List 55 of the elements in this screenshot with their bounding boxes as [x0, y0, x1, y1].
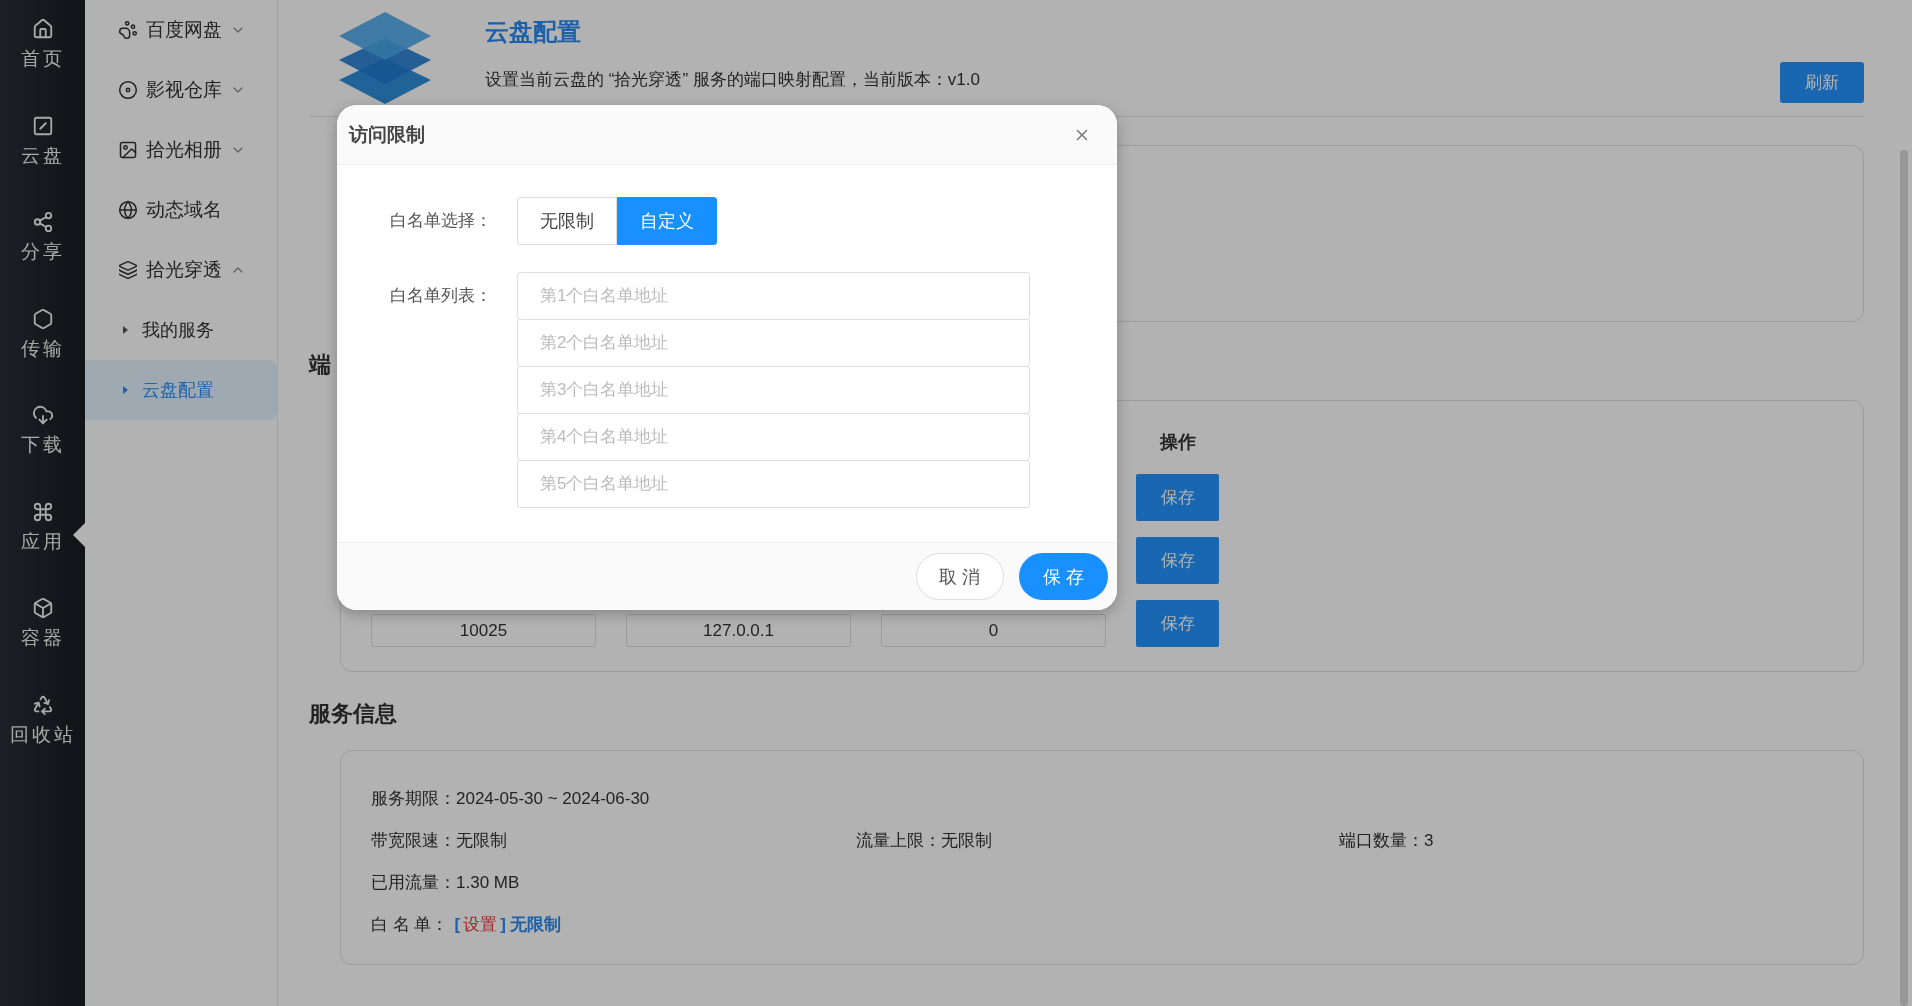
command-icon — [31, 500, 54, 523]
cloud-download-icon — [31, 404, 54, 426]
dialog-title: 访问限制 — [349, 122, 425, 147]
table-cell[interactable]: 0 — [881, 614, 1106, 647]
nav-item[interactable]: 云盘 — [0, 106, 85, 203]
info-text: 已用流量：1.30 MB — [371, 871, 521, 894]
section-heading: 服务信息 — [309, 700, 398, 728]
info-text: 带宽限速：无限制 — [371, 829, 508, 852]
info-text: 流量上限：无限制 — [856, 829, 993, 852]
field-label: 白名单选择： — [389, 210, 492, 232]
hexagon-icon — [31, 307, 54, 330]
page-description: 设置当前云盘的 “拾光穿透” 服务的端口映射配置，当前版本：v1.0 — [485, 68, 981, 91]
input-field[interactable]: 第5个白名单地址 — [517, 460, 1030, 508]
recycle-icon — [31, 693, 54, 716]
nav-item[interactable]: 分享 — [0, 203, 85, 300]
nav-item[interactable]: 容器 — [0, 589, 85, 686]
menu-item[interactable]: 拾光相册 — [85, 120, 277, 180]
nav-item[interactable]: 首页 — [0, 10, 85, 107]
share-icon — [31, 211, 54, 233]
field-label: 白名单列表： — [389, 285, 492, 307]
info-text: 端口数量：3 — [1339, 829, 1435, 852]
image-icon — [118, 140, 138, 160]
column-header: 操作 — [1158, 431, 1197, 454]
section-heading: 端 — [309, 351, 332, 379]
menu-item[interactable]: 动态域名 — [85, 180, 277, 240]
paw-icon — [118, 20, 138, 40]
settings-link[interactable]: [ 设置 ] — [454, 914, 506, 934]
layers-icon — [118, 260, 138, 280]
home-icon — [31, 18, 54, 40]
caret-icon — [123, 386, 128, 394]
box-icon — [31, 597, 54, 619]
nav-item[interactable]: 下载 — [0, 396, 85, 493]
menu-item[interactable]: 影视仓库 — [85, 60, 277, 120]
globe-icon — [118, 200, 138, 220]
table-cell[interactable]: 127.0.0.1 — [626, 614, 851, 647]
info-text: 服务期限：2024-05-30 ~ 2024-06-30 — [371, 787, 651, 810]
disc-icon — [118, 80, 138, 100]
nav-item[interactable]: 传输 — [0, 299, 85, 396]
input-field[interactable]: 第3个白名单地址 — [517, 366, 1030, 414]
mode-option[interactable]: 无限制 — [517, 197, 617, 245]
scrollbar[interactable] — [1900, 150, 1908, 1006]
input-field[interactable]: 第4个白名单地址 — [517, 413, 1030, 461]
caret-icon — [123, 326, 128, 334]
table-cell[interactable]: 10025 — [371, 614, 596, 647]
whitelist-label: 白 名 单： — [371, 914, 449, 934]
cancel-button[interactable]: 取 消 — [916, 553, 1004, 600]
page-title: 云盘配置 — [485, 16, 582, 47]
square-icon — [31, 114, 54, 137]
nav-item[interactable]: 回收站 — [0, 685, 85, 782]
input-field[interactable]: 第1个白名单地址 — [517, 272, 1030, 320]
input-field[interactable]: 第2个白名单地址 — [517, 319, 1030, 367]
whitelist-value: 无限制 — [509, 914, 561, 934]
submenu-item[interactable]: 我的服务 — [85, 300, 277, 360]
menu-item[interactable]: 拾光穿透 — [85, 240, 277, 300]
menu-item[interactable]: 百度网盘 — [85, 0, 277, 60]
